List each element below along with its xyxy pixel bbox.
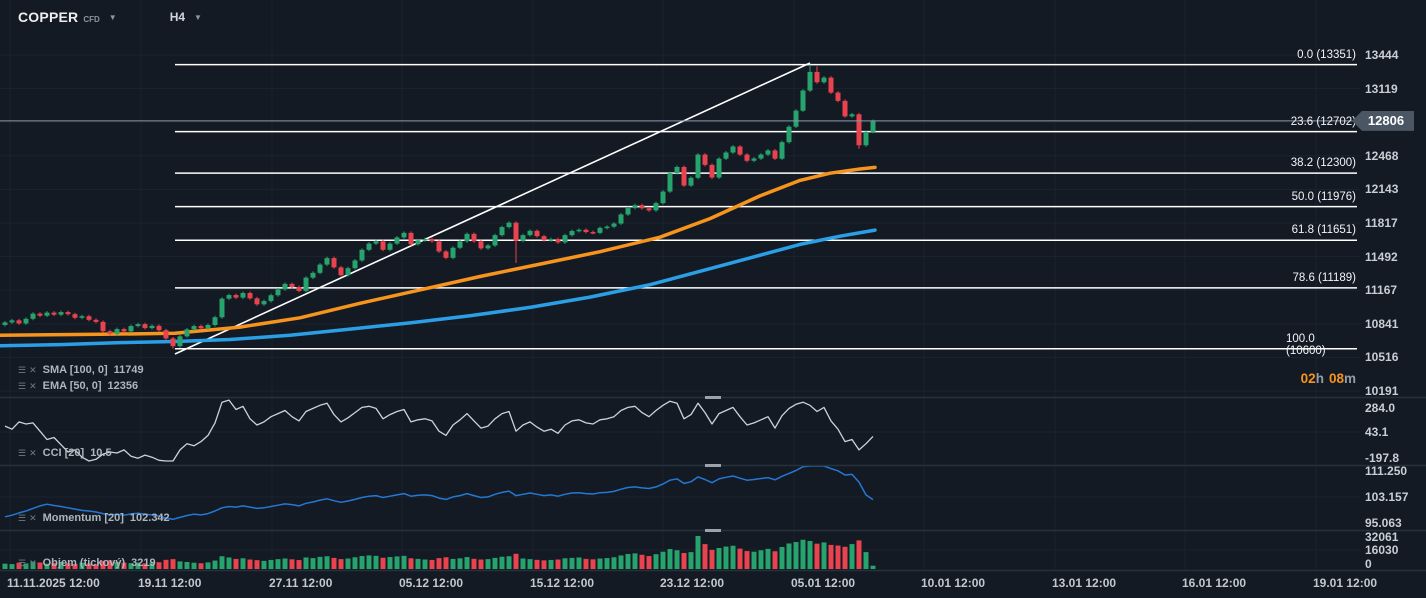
chart-canvas[interactable]: [0, 0, 1426, 598]
cci-label: CCI [20]: [42, 447, 85, 459]
legend-volume: ☰ ✕ Objem (tickový) 3219: [18, 557, 156, 569]
timeframe-label: H4: [169, 10, 186, 24]
price-tick-label: 13444: [1365, 48, 1399, 62]
fib-level-label: 38.2 (12300): [1290, 157, 1356, 170]
timeframe-selector[interactable]: H4 ▼: [170, 10, 202, 24]
indicator-tick-label: 32061: [1365, 530, 1399, 544]
price-tick-label: 11492: [1365, 249, 1398, 264]
price-tick-label: 12143: [1365, 182, 1399, 197]
time-tick-label: 13.01 12:00: [1052, 576, 1117, 590]
settings-icon[interactable]: ☰: [18, 365, 26, 375]
cci-value: 10.5: [90, 447, 112, 459]
panel-resize-handle[interactable]: [705, 529, 721, 532]
volume-value: 3219: [131, 557, 156, 569]
time-tick-label: 27.11 12:00: [269, 576, 333, 590]
price-tick-label: 10516: [1365, 350, 1399, 365]
indicator-tick-label: 95.063: [1365, 516, 1402, 530]
settings-icon[interactable]: ☰: [18, 381, 26, 391]
panel-resize-handle[interactable]: [705, 396, 721, 399]
indicator-tick-label: 103.157: [1365, 490, 1409, 504]
current-price-value: 12806: [1367, 113, 1405, 129]
price-tick-label: 13119: [1365, 81, 1398, 96]
candle-countdown: 02h 08m: [1300, 371, 1356, 386]
time-tick-label: 19.11 12:00: [138, 576, 202, 590]
time-tick-label: 10.01 12:00: [921, 576, 986, 590]
settings-icon[interactable]: ☰: [18, 448, 26, 458]
close-icon[interactable]: ✕: [29, 365, 37, 375]
time-tick-label: 16.01 12:00: [1182, 576, 1247, 590]
symbol-type-badge: CFD: [83, 15, 100, 24]
time-tick-label: 23.12 12:00: [660, 576, 725, 590]
legend-cci: ☰ ✕ CCI [20] 10.5: [18, 447, 112, 459]
time-tick-label: 11.11.2025 12:00: [7, 576, 100, 590]
symbol-name: COPPER: [18, 9, 79, 25]
momentum-label: Momentum [20]: [42, 512, 124, 524]
time-tick-label: 05.01 12:00: [791, 576, 856, 590]
fib-level-label: 0.0 (13351): [1297, 48, 1356, 61]
close-icon[interactable]: ✕: [29, 558, 37, 568]
ema-value: 12356: [107, 380, 139, 392]
trading-chart-app: COPPER CFD ▼ H4 ▼ ☰ ✕ SMA [100, 0] 11749…: [0, 0, 1426, 598]
chart-toolbar: COPPER CFD ▼ H4 ▼: [18, 9, 202, 25]
fib-level-label: 61.8 (11651): [1291, 224, 1356, 237]
time-tick-label: 15.12 12:00: [530, 576, 595, 590]
current-price-badge: 12806: [1352, 110, 1414, 131]
indicator-tick-label: 16030: [1365, 543, 1399, 557]
fib-level-label: 100.0 (10600): [1286, 332, 1326, 357]
fib-level-label: 50.0 (11976): [1291, 190, 1356, 203]
legend-sma: ☰ ✕ SMA [100, 0] 11749: [18, 364, 144, 376]
fib-level-label: 78.6 (11189): [1292, 271, 1356, 284]
price-tick-label: 10841: [1365, 316, 1399, 331]
time-tick-label: 19.01 12:00: [1313, 576, 1378, 590]
indicator-tick-label: 284.0: [1365, 401, 1396, 415]
chevron-down-icon: ▼: [108, 12, 117, 22]
price-tick-label: 12468: [1365, 148, 1399, 163]
indicator-tick-label: 111.250: [1365, 464, 1408, 478]
settings-icon[interactable]: ☰: [18, 513, 26, 523]
fib-level-label: 23.6 (12702): [1290, 115, 1356, 128]
indicator-tick-label: -197.8: [1365, 451, 1400, 465]
legend-momentum: ☰ ✕ Momentum [20] 102.342: [18, 512, 170, 524]
sma-value: 11749: [113, 364, 144, 376]
symbol-selector[interactable]: COPPER CFD ▼: [18, 9, 117, 25]
close-icon[interactable]: ✕: [29, 381, 37, 391]
sma-label: SMA [100, 0]: [42, 364, 108, 376]
time-tick-label: 05.12 12:00: [399, 576, 464, 590]
price-tick-label: 11167: [1365, 283, 1398, 298]
volume-label: Objem (tickový): [42, 557, 126, 569]
momentum-value: 102.342: [129, 512, 170, 524]
indicator-tick-label: 0: [1365, 557, 1372, 571]
close-icon[interactable]: ✕: [29, 513, 37, 523]
chevron-down-icon: ▼: [194, 12, 202, 22]
indicator-tick-label: 43.1: [1365, 425, 1389, 439]
price-tick-label: 10191: [1365, 384, 1399, 398]
price-tick-label: 11817: [1365, 216, 1398, 231]
ema-label: EMA [50, 0]: [42, 380, 102, 392]
settings-icon[interactable]: ☰: [18, 558, 26, 568]
legend-ema: ☰ ✕ EMA [50, 0] 12356: [18, 380, 138, 392]
close-icon[interactable]: ✕: [29, 448, 37, 458]
panel-resize-handle[interactable]: [705, 464, 721, 467]
